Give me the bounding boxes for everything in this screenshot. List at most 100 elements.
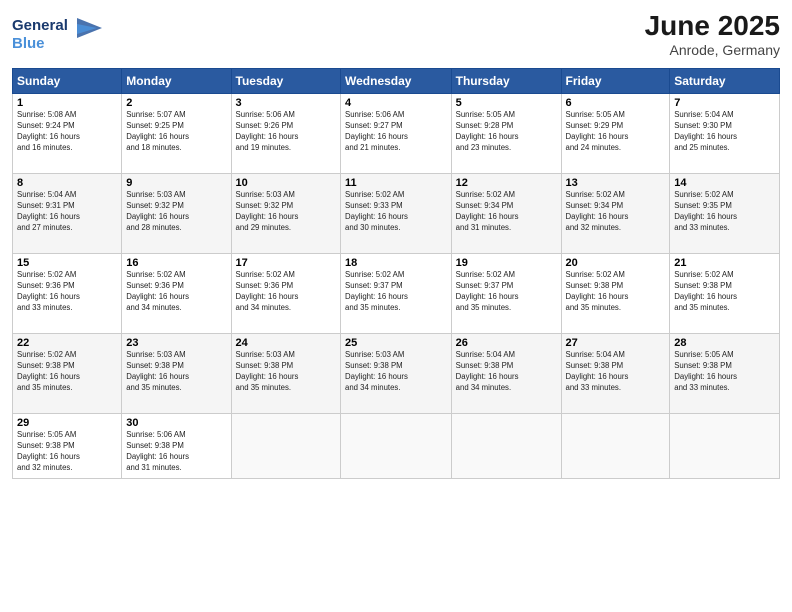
table-row: 10Sunrise: 5:03 AM Sunset: 9:32 PM Dayli… [231, 174, 340, 254]
day-number: 12 [456, 177, 557, 189]
day-number: 19 [456, 257, 557, 269]
table-row: 22Sunrise: 5:02 AM Sunset: 9:38 PM Dayli… [13, 334, 122, 414]
col-sunday: Sunday [13, 69, 122, 94]
col-tuesday: Tuesday [231, 69, 340, 94]
day-info: Sunrise: 5:04 AM Sunset: 9:38 PM Dayligh… [566, 350, 666, 394]
day-number: 3 [236, 97, 336, 109]
day-info: Sunrise: 5:04 AM Sunset: 9:31 PM Dayligh… [17, 190, 117, 234]
day-info: Sunrise: 5:06 AM Sunset: 9:38 PM Dayligh… [126, 430, 226, 474]
day-number: 9 [126, 177, 226, 189]
col-wednesday: Wednesday [341, 69, 452, 94]
col-saturday: Saturday [670, 69, 780, 94]
table-row: 14Sunrise: 5:02 AM Sunset: 9:35 PM Dayli… [670, 174, 780, 254]
day-info: Sunrise: 5:06 AM Sunset: 9:27 PM Dayligh… [345, 110, 447, 154]
table-row [561, 414, 670, 479]
day-info: Sunrise: 5:02 AM Sunset: 9:38 PM Dayligh… [17, 350, 117, 394]
table-row: 13Sunrise: 5:02 AM Sunset: 9:34 PM Dayli… [561, 174, 670, 254]
day-number: 22 [17, 337, 117, 349]
day-info: Sunrise: 5:03 AM Sunset: 9:32 PM Dayligh… [126, 190, 226, 234]
day-number: 8 [17, 177, 117, 189]
day-number: 14 [674, 177, 775, 189]
day-number: 2 [126, 97, 226, 109]
header: General Blue June 2025 Anrode, Germany [12, 10, 780, 60]
day-info: Sunrise: 5:07 AM Sunset: 9:25 PM Dayligh… [126, 110, 226, 154]
day-info: Sunrise: 5:02 AM Sunset: 9:37 PM Dayligh… [345, 270, 447, 314]
table-row: 28Sunrise: 5:05 AM Sunset: 9:38 PM Dayli… [670, 334, 780, 414]
day-number: 1 [17, 97, 117, 109]
table-row: 4Sunrise: 5:06 AM Sunset: 9:27 PM Daylig… [341, 94, 452, 174]
table-row: 5Sunrise: 5:05 AM Sunset: 9:28 PM Daylig… [451, 94, 561, 174]
day-info: Sunrise: 5:05 AM Sunset: 9:38 PM Dayligh… [17, 430, 117, 474]
table-row: 30Sunrise: 5:06 AM Sunset: 9:38 PM Dayli… [122, 414, 231, 479]
day-number: 11 [345, 177, 447, 189]
table-row: 27Sunrise: 5:04 AM Sunset: 9:38 PM Dayli… [561, 334, 670, 414]
col-monday: Monday [122, 69, 231, 94]
table-row: 26Sunrise: 5:04 AM Sunset: 9:38 PM Dayli… [451, 334, 561, 414]
day-number: 10 [236, 177, 336, 189]
col-thursday: Thursday [451, 69, 561, 94]
table-row: 3Sunrise: 5:06 AM Sunset: 9:26 PM Daylig… [231, 94, 340, 174]
table-row: 15Sunrise: 5:02 AM Sunset: 9:36 PM Dayli… [13, 254, 122, 334]
logo: General Blue [12, 10, 122, 60]
table-row: 1Sunrise: 5:08 AM Sunset: 9:24 PM Daylig… [13, 94, 122, 174]
table-row: 8Sunrise: 5:04 AM Sunset: 9:31 PM Daylig… [13, 174, 122, 254]
day-info: Sunrise: 5:02 AM Sunset: 9:36 PM Dayligh… [126, 270, 226, 314]
day-info: Sunrise: 5:02 AM Sunset: 9:36 PM Dayligh… [17, 270, 117, 314]
day-info: Sunrise: 5:02 AM Sunset: 9:38 PM Dayligh… [674, 270, 775, 314]
day-number: 21 [674, 257, 775, 269]
calendar-header-row: Sunday Monday Tuesday Wednesday Thursday… [13, 69, 780, 94]
table-row: 24Sunrise: 5:03 AM Sunset: 9:38 PM Dayli… [231, 334, 340, 414]
day-number: 27 [566, 337, 666, 349]
day-number: 28 [674, 337, 775, 349]
table-row [670, 414, 780, 479]
table-row: 6Sunrise: 5:05 AM Sunset: 9:29 PM Daylig… [561, 94, 670, 174]
day-info: Sunrise: 5:04 AM Sunset: 9:30 PM Dayligh… [674, 110, 775, 154]
day-number: 7 [674, 97, 775, 109]
svg-text:Blue: Blue [12, 35, 45, 52]
day-number: 25 [345, 337, 447, 349]
day-info: Sunrise: 5:02 AM Sunset: 9:34 PM Dayligh… [456, 190, 557, 234]
day-number: 18 [345, 257, 447, 269]
day-info: Sunrise: 5:06 AM Sunset: 9:26 PM Dayligh… [236, 110, 336, 154]
day-info: Sunrise: 5:02 AM Sunset: 9:38 PM Dayligh… [566, 270, 666, 314]
month-year-title: June 2025 [645, 10, 780, 42]
day-number: 20 [566, 257, 666, 269]
day-number: 29 [17, 417, 117, 429]
table-row: 11Sunrise: 5:02 AM Sunset: 9:33 PM Dayli… [341, 174, 452, 254]
table-row: 12Sunrise: 5:02 AM Sunset: 9:34 PM Dayli… [451, 174, 561, 254]
day-number: 6 [566, 97, 666, 109]
day-number: 16 [126, 257, 226, 269]
table-row: 18Sunrise: 5:02 AM Sunset: 9:37 PM Dayli… [341, 254, 452, 334]
day-info: Sunrise: 5:04 AM Sunset: 9:38 PM Dayligh… [456, 350, 557, 394]
table-row: 29Sunrise: 5:05 AM Sunset: 9:38 PM Dayli… [13, 414, 122, 479]
table-row: 20Sunrise: 5:02 AM Sunset: 9:38 PM Dayli… [561, 254, 670, 334]
location-subtitle: Anrode, Germany [645, 42, 780, 58]
table-row: 19Sunrise: 5:02 AM Sunset: 9:37 PM Dayli… [451, 254, 561, 334]
table-row: 23Sunrise: 5:03 AM Sunset: 9:38 PM Dayli… [122, 334, 231, 414]
day-info: Sunrise: 5:02 AM Sunset: 9:33 PM Dayligh… [345, 190, 447, 234]
day-info: Sunrise: 5:08 AM Sunset: 9:24 PM Dayligh… [17, 110, 117, 154]
day-number: 5 [456, 97, 557, 109]
table-row: 7Sunrise: 5:04 AM Sunset: 9:30 PM Daylig… [670, 94, 780, 174]
day-info: Sunrise: 5:03 AM Sunset: 9:32 PM Dayligh… [236, 190, 336, 234]
table-row: 17Sunrise: 5:02 AM Sunset: 9:36 PM Dayli… [231, 254, 340, 334]
col-friday: Friday [561, 69, 670, 94]
day-info: Sunrise: 5:03 AM Sunset: 9:38 PM Dayligh… [345, 350, 447, 394]
day-info: Sunrise: 5:02 AM Sunset: 9:35 PM Dayligh… [674, 190, 775, 234]
table-row: 25Sunrise: 5:03 AM Sunset: 9:38 PM Dayli… [341, 334, 452, 414]
day-info: Sunrise: 5:02 AM Sunset: 9:36 PM Dayligh… [236, 270, 336, 314]
table-row: 2Sunrise: 5:07 AM Sunset: 9:25 PM Daylig… [122, 94, 231, 174]
day-info: Sunrise: 5:05 AM Sunset: 9:28 PM Dayligh… [456, 110, 557, 154]
calendar-table: Sunday Monday Tuesday Wednesday Thursday… [12, 68, 780, 479]
table-row [451, 414, 561, 479]
day-info: Sunrise: 5:03 AM Sunset: 9:38 PM Dayligh… [236, 350, 336, 394]
day-number: 15 [17, 257, 117, 269]
page-container: General Blue June 2025 Anrode, Germany S… [0, 0, 792, 612]
day-info: Sunrise: 5:03 AM Sunset: 9:38 PM Dayligh… [126, 350, 226, 394]
svg-text:General: General [12, 17, 68, 34]
day-number: 26 [456, 337, 557, 349]
table-row: 9Sunrise: 5:03 AM Sunset: 9:32 PM Daylig… [122, 174, 231, 254]
day-info: Sunrise: 5:02 AM Sunset: 9:34 PM Dayligh… [566, 190, 666, 234]
logo-icon: General Blue [12, 10, 122, 55]
day-number: 30 [126, 417, 226, 429]
